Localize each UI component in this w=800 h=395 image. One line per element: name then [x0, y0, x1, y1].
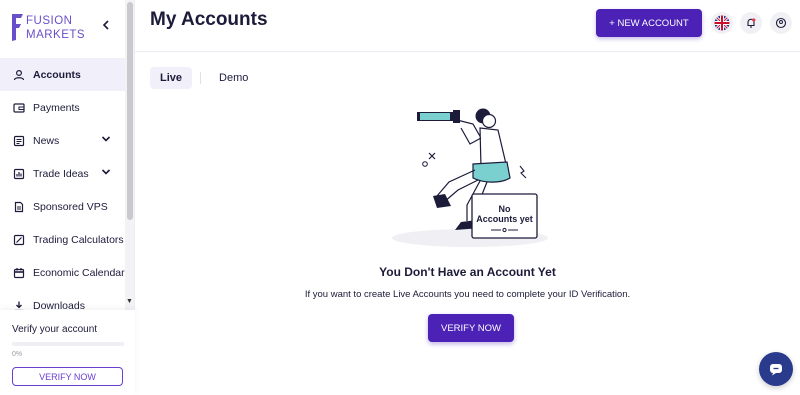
uk-flag-icon	[714, 15, 730, 31]
logo-mark-icon	[12, 14, 23, 41]
page-header: My Accounts + NEW ACCOUNT	[135, 0, 800, 52]
verification-progress-bar	[12, 342, 124, 346]
empty-state-subtitle: If you want to create Live Accounts you …	[304, 289, 631, 300]
sidebar-item-economic-calendar[interactable]: Economic Calendar	[0, 256, 125, 289]
chevron-down-icon[interactable]	[101, 135, 111, 143]
sidebar-item-accounts[interactable]: Accounts	[0, 58, 125, 91]
empty-state-title: You Don't Have an Account Yet	[379, 265, 556, 279]
wallet-icon	[12, 101, 25, 114]
illustration-label-line1: No	[499, 204, 511, 214]
sidebar-item-label: Payments	[33, 101, 80, 114]
logo-text: FUSION MARKETS	[26, 14, 85, 42]
avatar-icon	[775, 17, 787, 29]
logo-line1: FUSION	[26, 15, 73, 27]
sidebar-scrollbar-thumb[interactable]	[127, 2, 133, 220]
tab-divider	[200, 72, 202, 84]
sidebar-item-label: Economic Calendar	[33, 266, 125, 279]
chevron-left-icon	[102, 20, 109, 30]
sidebar-item-news[interactable]: News	[0, 124, 125, 157]
collapse-sidebar-button[interactable]	[101, 19, 115, 35]
chevron-down-icon[interactable]	[101, 168, 111, 176]
profile-button[interactable]	[770, 12, 792, 34]
verification-progress-text: 0%	[12, 351, 23, 358]
language-selector[interactable]	[711, 12, 733, 34]
account-tabs: Live Demo	[150, 67, 258, 89]
sidebar-verify-now-button[interactable]: VERIFY NOW	[12, 367, 123, 386]
user-icon	[12, 68, 25, 81]
new-account-button[interactable]: + NEW ACCOUNT	[596, 9, 702, 37]
sidebar-item-label: Accounts	[33, 68, 81, 81]
sidebar-item-label: Sponsored VPS	[33, 200, 108, 213]
sidebar-item-payments[interactable]: Payments	[0, 91, 125, 124]
scroll-down-arrow-icon[interactable]: ▼	[126, 298, 133, 305]
sidebar-item-trading-calculators[interactable]: Trading Calculators	[0, 223, 125, 256]
logo-line2: MARKETS	[26, 29, 86, 41]
bell-icon	[747, 18, 756, 28]
newspaper-icon	[12, 134, 25, 147]
sidebar: FUSION MARKETS Accounts Payments News Tr…	[0, 0, 135, 395]
chat-icon	[770, 364, 782, 376]
sidebar-nav: Accounts Payments News Trade Ideas Spons…	[0, 58, 125, 322]
document-icon	[12, 200, 25, 213]
chat-button[interactable]	[759, 352, 793, 386]
notifications-button[interactable]	[740, 12, 762, 34]
verify-now-button[interactable]: VERIFY NOW	[428, 314, 514, 342]
calendar-icon	[12, 266, 25, 279]
illustration-label-line2: Accounts yet	[476, 214, 533, 224]
verify-title: Verify your account	[12, 324, 98, 335]
sidebar-item-trade-ideas[interactable]: Trade Ideas	[0, 157, 125, 190]
sidebar-item-label: Trade Ideas	[33, 167, 89, 180]
calculator-icon	[12, 233, 25, 246]
sidebar-item-label: Trading Calculators	[33, 233, 124, 246]
tab-demo[interactable]: Demo	[209, 67, 258, 89]
page-title: My Accounts	[150, 9, 268, 30]
tab-live[interactable]: Live	[150, 67, 193, 89]
sidebar-item-label: News	[33, 134, 60, 147]
sidebar-item-sponsored-vps[interactable]: Sponsored VPS	[0, 190, 125, 223]
brand-logo[interactable]: FUSION MARKETS	[10, 12, 110, 44]
verify-account-panel: Verify your account 0% VERIFY NOW	[0, 310, 135, 395]
chart-icon	[12, 167, 25, 180]
empty-state-illustration: No Accounts yet	[392, 108, 548, 247]
